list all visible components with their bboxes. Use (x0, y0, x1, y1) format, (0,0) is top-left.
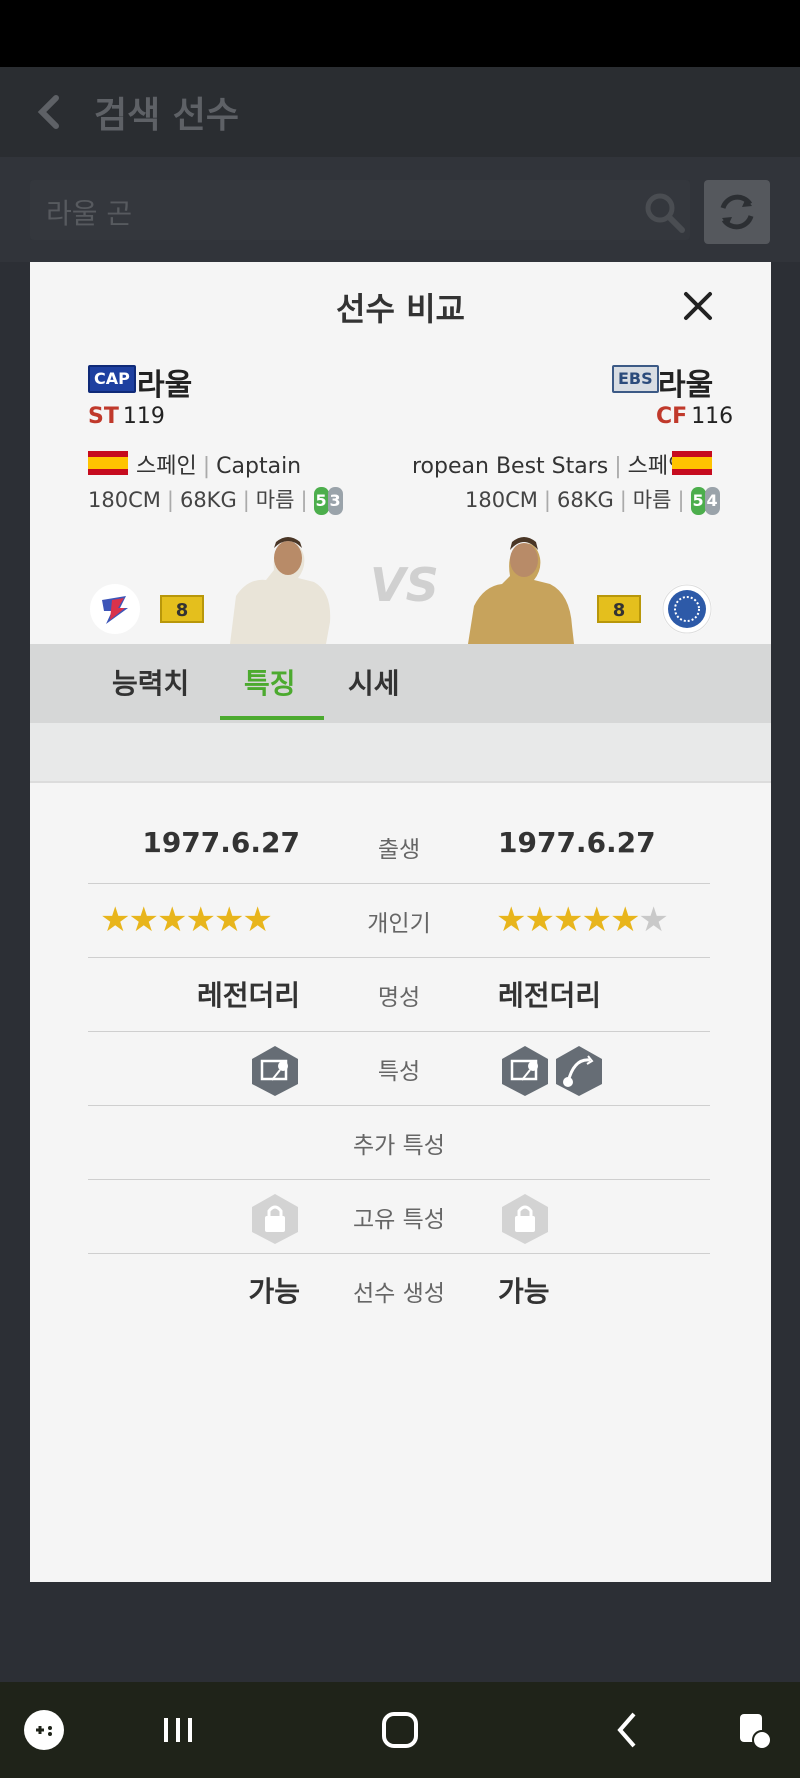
left-season-badge: CAP (88, 365, 136, 393)
status-bar (0, 0, 800, 67)
row-birth: 1977.6.27 출생 1977.6.27 (88, 810, 710, 884)
right-level-badge: 8 (597, 595, 641, 623)
right-trait-finesse-shot-icon[interactable] (500, 1044, 550, 1098)
left-tag: Captain (216, 454, 302, 479)
tab-features[interactable]: 특징 (244, 662, 296, 702)
right-info-line: ropean Best Stars | 스페인 (412, 454, 689, 479)
right-season-badge: EBS (612, 365, 659, 393)
left-ovr: 119 (122, 404, 165, 429)
close-icon[interactable] (676, 284, 720, 328)
left-position-ovr: ST 119 (88, 404, 165, 429)
label-traits: 특성 (377, 1059, 421, 1085)
search-input-value: 라울 곤 (46, 197, 133, 230)
left-info-line: 스페인 | Captain (136, 454, 302, 479)
background-title: 검색 선수 (94, 95, 240, 136)
right-height: 180CM (465, 488, 538, 512)
row-creation: 가능 선수 생성 가능 (88, 1254, 710, 1328)
vs-label: VS (370, 558, 439, 612)
left-level-badge: 8 (160, 595, 204, 623)
left-weight: 68KG (179, 488, 237, 512)
right-spain-flag-icon (672, 451, 712, 475)
row-traits: 특성 (88, 1032, 710, 1106)
left-club-logo-icon (90, 584, 140, 634)
right-player-name: 라울 (658, 368, 714, 403)
game-tools-icon[interactable] (726, 1702, 782, 1758)
left-player-photo (230, 537, 331, 644)
left-position: ST (88, 404, 119, 429)
row-unique-traits: 고유 특성 (88, 1180, 710, 1254)
label-fame: 명성 (377, 985, 421, 1011)
left-build: 마름 (255, 488, 295, 512)
right-position: CF (656, 404, 688, 429)
right-creation: 가능 (498, 1275, 550, 1308)
right-trait-chip-shot-icon[interactable] (554, 1044, 604, 1098)
player-compare-modal: 선수 비교 CAP 라울 ST 119 스페인 | Captain 180CM | 68K… (30, 262, 771, 1582)
left-spain-flag-icon (88, 451, 128, 475)
left-nation: 스페인 (136, 454, 197, 479)
tab-market-price[interactable]: 시세 (348, 662, 400, 702)
label-creation: 선수 생성 (353, 1281, 445, 1307)
right-birth: 1977.6.27 (498, 826, 656, 859)
right-unique-trait-lock-icon (502, 1194, 548, 1244)
left-player-name: 라울 (137, 368, 193, 403)
refresh-button[interactable] (704, 180, 770, 244)
star-filled-icon: ★ (581, 900, 612, 940)
right-body-line: 180CM | 68KG | 마름 | 5 4 (465, 484, 721, 515)
star-filled-icon: ★ (496, 900, 527, 940)
right-foot-icon: 54 (690, 487, 721, 515)
star-filled-icon: ★ (609, 900, 641, 940)
left-foot-icon: 53 (313, 487, 344, 515)
star-empty-icon: ★ (638, 900, 669, 940)
tab-bar: 능력치 특징 시세 (30, 644, 771, 723)
left-body-line: 180CM | 68KG | 마름 | 5 3 (88, 484, 344, 515)
row-fame: 레전더리 명성 레전더리 (88, 958, 710, 1032)
right-position-ovr: CF 116 (656, 404, 733, 429)
recent-apps-icon[interactable] (150, 1702, 206, 1758)
row-extra-traits: 추가 특성 (88, 1106, 710, 1180)
star-filled-icon: ★ (552, 900, 584, 940)
label-extra-traits: 추가 특성 (353, 1133, 445, 1159)
active-tab-indicator (220, 716, 324, 720)
back-chevron-icon[interactable] (30, 92, 70, 132)
back-icon[interactable] (600, 1702, 656, 1758)
home-icon[interactable] (372, 1702, 428, 1758)
right-player-photo (468, 537, 574, 644)
star-filled-icon: ★ (524, 900, 555, 940)
game-launcher-icon[interactable] (16, 1702, 72, 1758)
modal-title: 선수 비교 (336, 290, 465, 328)
row-popularity: ★★★★★★ 개인기 ★★★★★★ (88, 884, 710, 958)
system-nav-bar (0, 1682, 800, 1778)
refresh-icon (720, 194, 754, 230)
right-popularity-stars: ★★★★★★ (496, 900, 669, 940)
tab-stats[interactable]: 능력치 (112, 662, 189, 702)
label-unique-traits: 고유 특성 (353, 1207, 445, 1233)
search-icon[interactable] (642, 190, 686, 234)
sub-bar (30, 723, 771, 783)
right-weight: 68KG (556, 488, 614, 512)
right-tag: ropean Best Stars (412, 454, 609, 479)
left-height: 180CM (88, 488, 161, 512)
right-club-logo-icon (662, 584, 712, 634)
right-build: 마름 (632, 488, 672, 512)
right-ovr: 116 (691, 404, 734, 429)
right-fame: 레전더리 (498, 979, 602, 1012)
